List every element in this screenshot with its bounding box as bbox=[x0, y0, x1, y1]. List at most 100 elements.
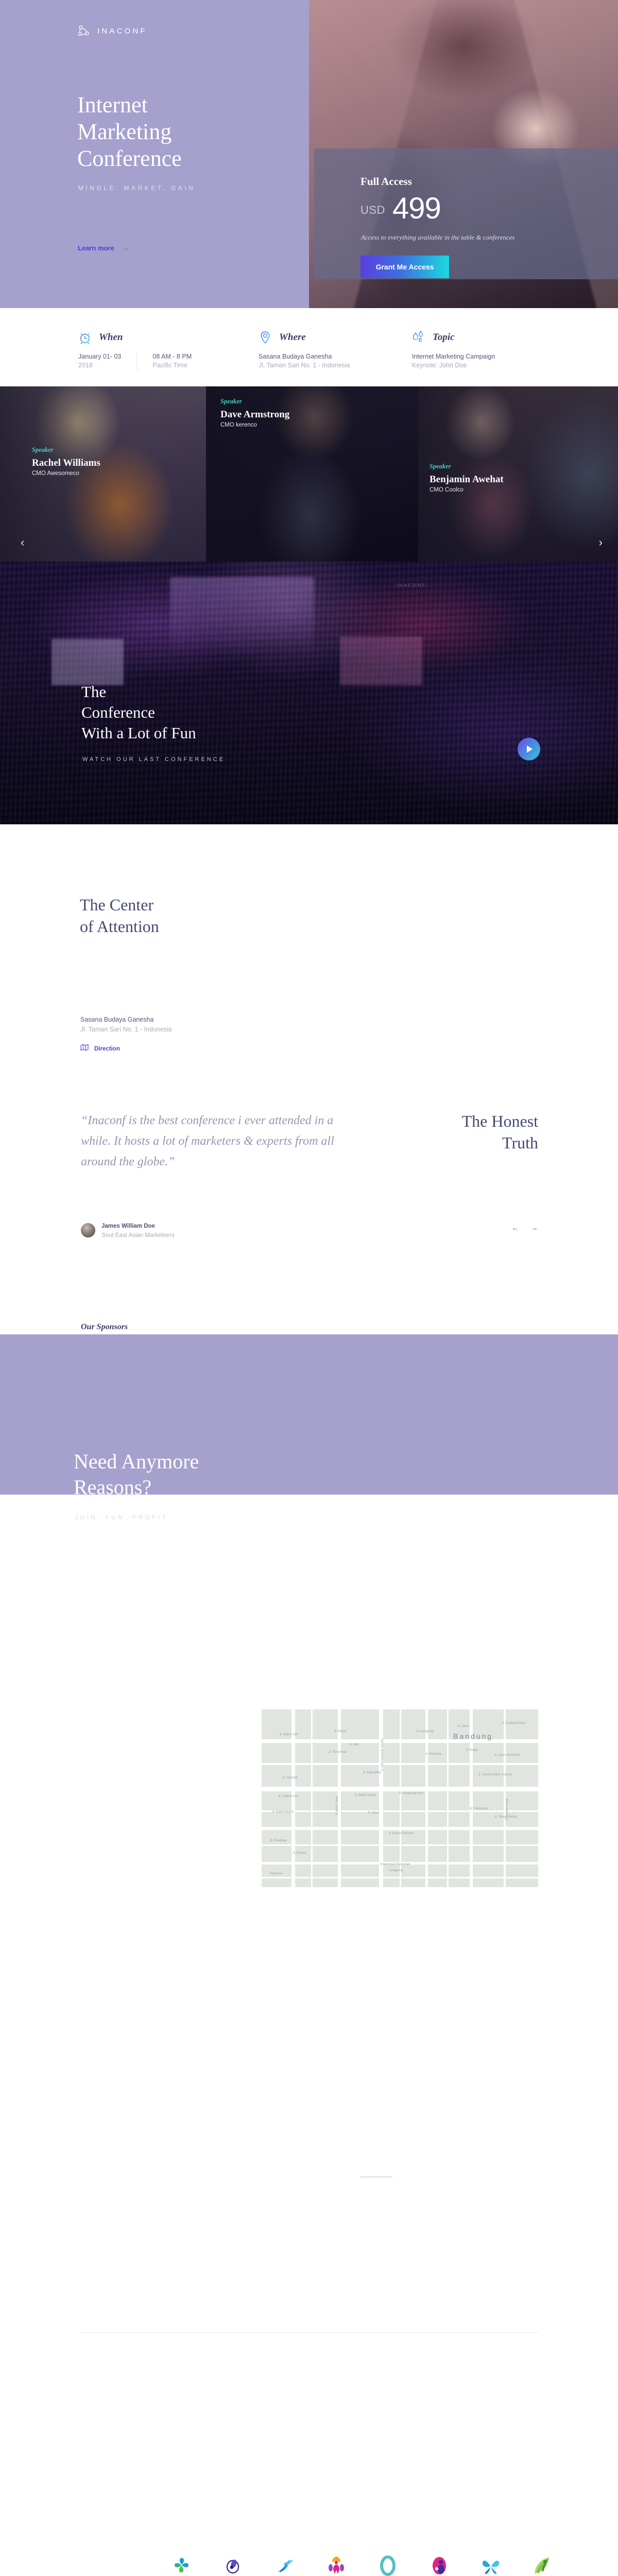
info-block-topic: Internet Marketing Campaign Keynote: Joh… bbox=[412, 352, 510, 370]
people-star-logo[interactable] bbox=[324, 2554, 348, 2576]
venue-map[interactable]: Bandung Jl. Kebon Jati Jl. Wastu Jl. Len… bbox=[262, 1709, 538, 1887]
info-title-where: Where bbox=[279, 332, 306, 343]
speaker-card[interactable]: Speaker Benjamin Awehat CMO Coolco › bbox=[418, 386, 618, 562]
info-body-when: January 01- 03 2018 08 AM - 8 PM Pacific… bbox=[78, 352, 207, 370]
map-street-label: Jl. Lengkong Kecil bbox=[399, 1792, 424, 1795]
speaker-role-label: Speaker bbox=[430, 463, 451, 470]
arrow-right-icon[interactable]: → bbox=[530, 1224, 538, 1232]
topic-keynote: Keynote: John Doe bbox=[412, 362, 467, 369]
map-poi-label: Pegunas bbox=[270, 1872, 282, 1875]
clover-leaf-logo[interactable] bbox=[170, 2554, 194, 2576]
topic-name: Internet Marketing Campaign bbox=[412, 353, 495, 360]
speaker-meta: Speaker Dave Armstrong CMO kerenco bbox=[220, 398, 289, 428]
learn-more-link[interactable]: Learn more → bbox=[78, 244, 130, 252]
speaker-card[interactable]: Speaker Dave Armstrong CMO kerenco bbox=[206, 386, 418, 562]
map-street-label: Jl. Kalipah Apo bbox=[278, 1795, 299, 1798]
map-street-label: Jl. Otto Iskandar Dinata bbox=[381, 1739, 384, 1771]
ring-ellipse-logo[interactable] bbox=[376, 2554, 400, 2576]
play-video-button[interactable] bbox=[518, 738, 540, 760]
direction-link[interactable]: Direction bbox=[80, 1044, 120, 1054]
grant-me-access-button[interactable]: Grant Me Access bbox=[360, 256, 449, 278]
testimonial-quote: “Inaconf is the best conference i ever a… bbox=[81, 1114, 334, 1168]
pricing-amount-row: USD 499 bbox=[360, 194, 441, 224]
info-column-where: Where Sasana Budaya Ganesha Jl. Taman Sa… bbox=[259, 330, 366, 370]
video-title-line-3: With a Lot of Fun bbox=[81, 724, 196, 742]
swirl-eye-logo[interactable] bbox=[221, 2554, 245, 2576]
info-block-time: 08 AM - 8 PM Pacific Time bbox=[136, 352, 207, 370]
map-street-label: Jl. Pelindung bbox=[470, 1807, 488, 1810]
video-section-subtitle: WATCH OUR LAST CONFERENCE bbox=[82, 756, 226, 762]
map-street-label: Jl. Ciateul bbox=[293, 1852, 306, 1855]
info-title-when: When bbox=[99, 332, 123, 343]
play-icon bbox=[527, 745, 533, 753]
testimonial-title-line-1: The Honest bbox=[461, 1112, 538, 1130]
bird-flight-logo[interactable] bbox=[273, 2554, 297, 2576]
pricing-currency: USD bbox=[360, 204, 385, 216]
venue-heading-line-1: The Center bbox=[80, 895, 154, 914]
info-body-topic: Internet Marketing Campaign Keynote: Joh… bbox=[412, 352, 510, 370]
arrow-left-icon[interactable]: ← bbox=[511, 1224, 519, 1232]
video-title-line-1: The bbox=[81, 683, 107, 701]
info-title-topic: Topic bbox=[433, 332, 455, 343]
venue-name: Sasana Budaya Ganesha bbox=[80, 1016, 154, 1023]
direction-label: Direction bbox=[94, 1045, 120, 1052]
map-street-label: Jl. Tamansari bbox=[329, 1751, 347, 1754]
info-block-date: January 01- 03 2018 bbox=[78, 352, 136, 370]
map-street-label: Jl. Asia Afrika bbox=[363, 1771, 381, 1774]
video-title-line-2: Conference bbox=[81, 703, 155, 721]
cta-title: Need Anymore Reasons? bbox=[74, 1449, 199, 1500]
venue-name: Sasana Budaya Ganesha bbox=[259, 353, 332, 360]
map-street-label: Jl. Astana Anyar bbox=[506, 1798, 509, 1821]
map-street-label: Jl. Wastu bbox=[334, 1730, 347, 1733]
info-block-venue: Sasana Budaya Ganesha Jl. Taman Sari No.… bbox=[259, 352, 366, 370]
author-info: James William Doe Sout East Asian Market… bbox=[101, 1221, 175, 1240]
butterfly-logo[interactable] bbox=[479, 2554, 503, 2576]
video-watermark: INACONF bbox=[397, 583, 426, 588]
globe-people-logo[interactable] bbox=[427, 2554, 451, 2576]
event-hours: 08 AM - 8 PM bbox=[152, 353, 192, 360]
event-year: 2018 bbox=[78, 362, 93, 369]
speaker-card[interactable]: Speaker Rachel Williams CMO Awesomeco ‹ bbox=[0, 386, 206, 562]
map-street-label: Jl. Kebon Jati bbox=[279, 1733, 298, 1736]
speaker-role-label: Speaker bbox=[32, 446, 54, 453]
venue-address: Jl. Taman Sari No. 1 - Indonesia bbox=[259, 362, 350, 369]
map-street-label: Jl. Jawa bbox=[457, 1725, 469, 1728]
speaker-name: Rachel Williams bbox=[32, 457, 100, 468]
speaker-name: Benjamin Awehat bbox=[430, 474, 504, 485]
author-company: Sout East Asian Marketeers bbox=[101, 1232, 175, 1239]
alarm-clock-icon bbox=[78, 330, 92, 345]
pricing-amount: 499 bbox=[392, 192, 441, 225]
sponsors-section bbox=[0, 1247, 618, 2576]
hero-title-line-1: Internet bbox=[77, 92, 148, 117]
speaker-company: CMO Awesomeco bbox=[32, 470, 79, 477]
venue-heading: The Center of Attention bbox=[80, 894, 159, 937]
info-body-where: Sasana Budaya Ganesha Jl. Taman Sari No.… bbox=[259, 352, 366, 370]
map-street-label: Jl. Gudang Utara bbox=[502, 1722, 525, 1725]
learn-more-label: Learn more bbox=[78, 244, 114, 252]
map-street-label: Jl. Pasirkoja bbox=[270, 1839, 287, 1842]
speaker-meta: Speaker Benjamin Awehat CMO Coolco bbox=[430, 463, 504, 493]
water-drops-icon bbox=[412, 330, 425, 345]
hero-title-line-2: Marketing bbox=[77, 119, 172, 144]
map-street-label: Jl. Jendral Gatot Subroto bbox=[478, 1773, 512, 1776]
speaker-company: CMO Coolco bbox=[430, 487, 464, 493]
carousel-prev-button[interactable]: ‹ bbox=[21, 536, 24, 549]
pricing-description: Access to everything available in the ta… bbox=[361, 233, 515, 241]
carousel-next-button[interactable]: › bbox=[599, 536, 603, 549]
author-name: James William Doe bbox=[101, 1223, 156, 1229]
speakers-carousel: Speaker Rachel Williams CMO Awesomeco ‹ … bbox=[0, 386, 618, 562]
hero-section: INACONF Internet Marketing Conference MI… bbox=[0, 0, 618, 308]
cta-subtitle: JOIN. FUN. PROFIT bbox=[75, 1515, 168, 1521]
leaf-person-logo[interactable] bbox=[530, 2554, 554, 2576]
testimonial-section-title: The Honest Truth bbox=[462, 1110, 538, 1154]
speaker-role-label: Speaker bbox=[220, 398, 242, 405]
info-header: Topic bbox=[412, 330, 510, 345]
cta-title-line-2: Reasons? bbox=[74, 1476, 152, 1499]
map-street-label: Jl. Kiara bbox=[368, 1811, 379, 1815]
sponsors-label: Our Sponsors bbox=[81, 1323, 128, 1331]
map-poi-label: Universitas Pasundan bbox=[380, 1863, 410, 1866]
stage-screen-right bbox=[340, 636, 422, 685]
brand-logo[interactable]: INACONF bbox=[77, 24, 147, 38]
map-street-label: Jl. Basuki Rahmat bbox=[388, 1832, 414, 1835]
map-street-label: Jl. Jend. Sudirman bbox=[494, 1754, 520, 1757]
